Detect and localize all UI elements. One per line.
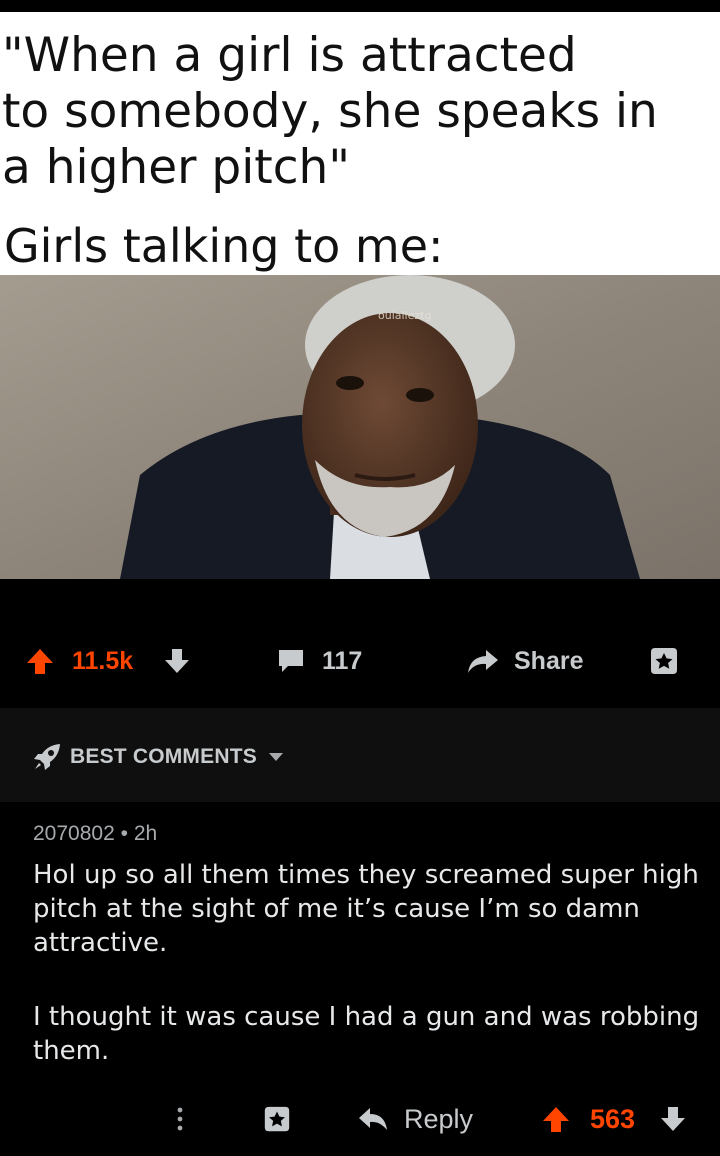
save-comment-button[interactable]	[262, 1094, 292, 1144]
post-score-text: 11.5k	[72, 646, 134, 675]
meme-caption-line: Girls talking to me:	[4, 219, 444, 273]
comments-button[interactable]: 117	[276, 640, 362, 682]
comment-action-bar: Reply 563	[0, 1094, 720, 1144]
downvote-icon	[661, 1107, 685, 1131]
comment: 2070802 • 2h Hol up so all them times th…	[0, 802, 720, 1156]
reply-button[interactable]: Reply	[358, 1094, 473, 1144]
meme-watermark: ouialleztg	[378, 309, 431, 322]
share-label: Share	[514, 646, 584, 675]
comment-age: 2h	[133, 822, 158, 845]
reply-label: Reply	[404, 1103, 474, 1134]
downvote-button[interactable]	[164, 640, 190, 682]
meme-caption: "When a girl is attracted to somebody, s…	[0, 12, 720, 275]
comment-paragraph: Hol up so all them times they screamed s…	[33, 860, 699, 958]
meme-caption-line: to somebody, she speaks in	[2, 84, 658, 139]
more-options-button[interactable]	[172, 1094, 188, 1144]
reply-icon	[359, 1108, 387, 1130]
more-icon	[177, 1107, 183, 1131]
comment-author[interactable]: 2070802	[33, 822, 115, 845]
share-button[interactable]: Share	[466, 640, 583, 682]
comment-sort-bar[interactable]: BEST COMMENTS	[0, 708, 720, 802]
meme-caption-line: a higher pitch"	[2, 140, 350, 195]
status-bar	[0, 0, 720, 12]
upvote-icon	[543, 1107, 569, 1132]
sort-label: BEST COMMENTS	[70, 745, 257, 768]
save-icon	[651, 648, 677, 674]
comments-count: 117	[322, 646, 363, 675]
comment-paragraph: I thought it was cause I had a gun and w…	[33, 1002, 700, 1066]
comment-icon	[279, 650, 303, 672]
meme-photo[interactable]: ouialleztg	[0, 275, 720, 579]
comment-upvote-button[interactable]: 563	[542, 1094, 635, 1144]
comment-meta: 2070802 • 2h	[33, 822, 157, 846]
post-score: 11.5k	[72, 640, 133, 682]
comment-score: 563	[590, 1103, 636, 1134]
save-icon	[264, 1106, 290, 1132]
save-post-button[interactable]	[648, 640, 680, 682]
rocket-icon	[34, 744, 60, 770]
downvote-icon[interactable]	[164, 647, 190, 675]
comment-downvote-button[interactable]	[660, 1094, 686, 1144]
upvote-button[interactable]	[26, 640, 54, 682]
meta-separator: •	[120, 822, 128, 845]
chevron-down-icon	[268, 753, 283, 761]
upvote-icon[interactable]	[26, 647, 54, 675]
share-icon	[468, 650, 498, 673]
post-action-bar: 11.5k 117 Share	[0, 620, 720, 702]
meme-caption-line: "When a girl is attracted	[2, 28, 577, 83]
